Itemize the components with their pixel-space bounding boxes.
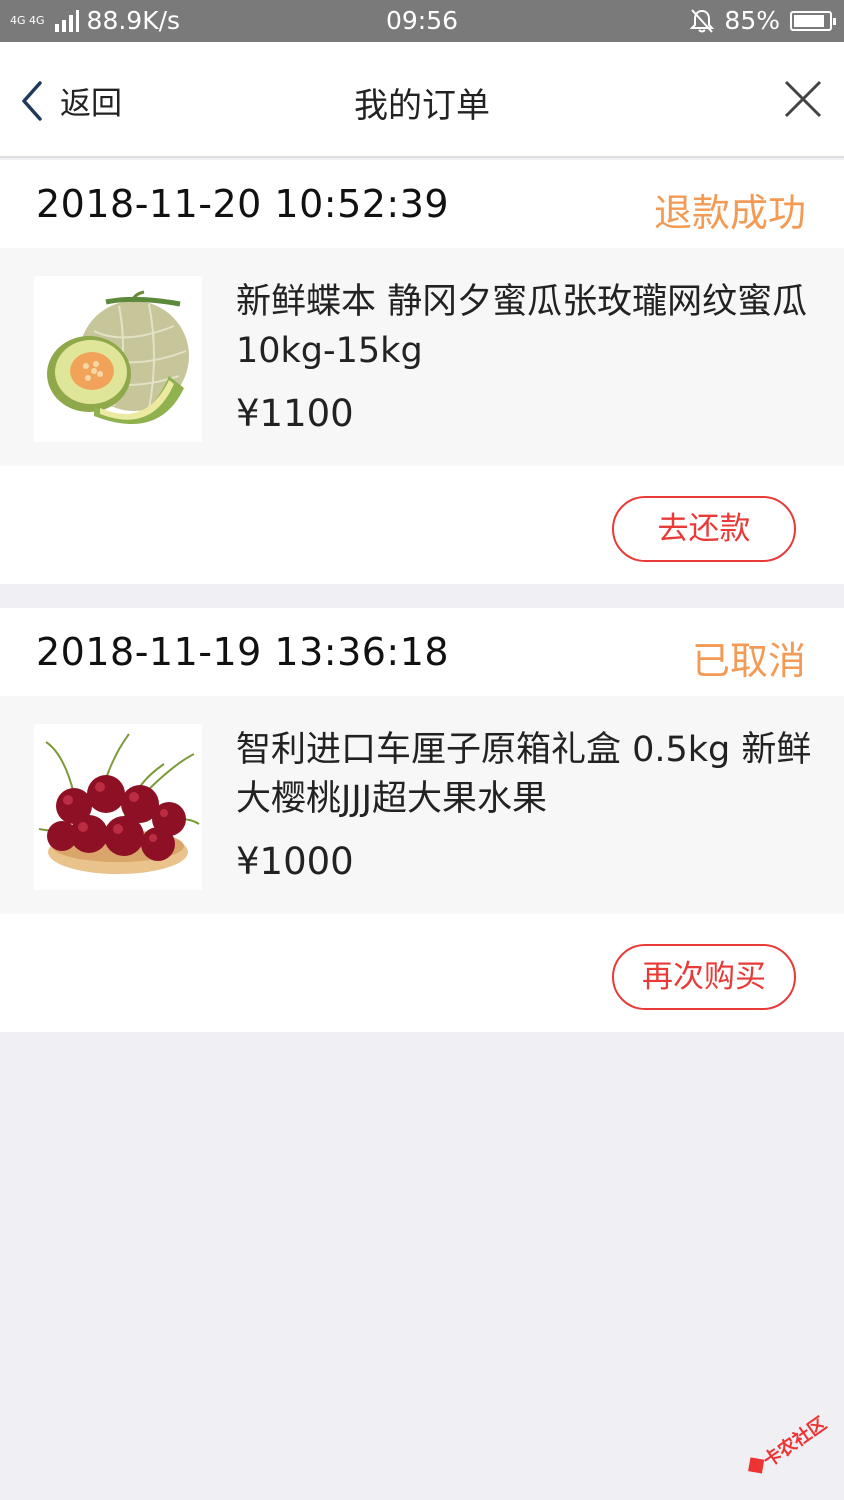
melon-image: [34, 276, 202, 442]
cherry-image: [34, 724, 202, 890]
product-title: 智利进口车厘子原箱礼盒 0.5kg 新鲜大樱桃JJJ超大果水果: [236, 730, 812, 819]
svg-text:卡农社区: 卡农社区: [759, 1414, 831, 1472]
product-price: ¥1000: [236, 840, 354, 883]
order-header: 2018-11-19 13:36:18 已取消: [0, 608, 844, 696]
product-price: ¥1100: [236, 392, 354, 435]
battery-icon: [790, 10, 836, 31]
order-item[interactable]: 智利进口车厘子原箱礼盒 0.5kg 新鲜大樱桃JJJ超大果水果 ¥1000: [0, 696, 844, 914]
watermark-logo: 卡农社区: [738, 1412, 834, 1480]
order-card: 2018-11-19 13:36:18 已取消 智利进口车厘子原箱礼盒 0.5k…: [0, 608, 844, 1032]
order-footer: 去还款: [0, 466, 844, 584]
page-title: 我的订单: [354, 86, 490, 126]
repay-button[interactable]: 去还款: [612, 496, 796, 562]
bell-muted-icon: [690, 8, 715, 33]
order-item[interactable]: 新鲜蝶本 静冈夕蜜瓜张玫瓏网纹蜜瓜 10kg-15kg ¥1100: [0, 248, 844, 466]
nav-bar: 返回 我的订单: [0, 42, 844, 158]
order-status: 已取消: [691, 639, 806, 683]
status-bar: 4G 4G 88.9K/s 09:56 85%: [0, 0, 844, 42]
close-icon[interactable]: [782, 78, 824, 120]
order-datetime: 2018-11-19 13:36:18: [36, 630, 450, 674]
order-status: 退款成功: [653, 191, 806, 235]
battery-percent: 85%: [724, 6, 780, 35]
buy-again-button[interactable]: 再次购买: [612, 944, 796, 1010]
order-header: 2018-11-20 10:52:39 退款成功: [0, 160, 844, 248]
order-datetime: 2018-11-20 10:52:39: [36, 182, 450, 226]
order-footer: 再次购买: [0, 914, 844, 1032]
order-card: 2018-11-20 10:52:39 退款成功 新鲜蝶本 静冈夕蜜瓜张玫瓏网纹…: [0, 160, 844, 584]
product-title: 新鲜蝶本 静冈夕蜜瓜张玫瓏网纹蜜瓜 10kg-15kg: [236, 282, 808, 371]
